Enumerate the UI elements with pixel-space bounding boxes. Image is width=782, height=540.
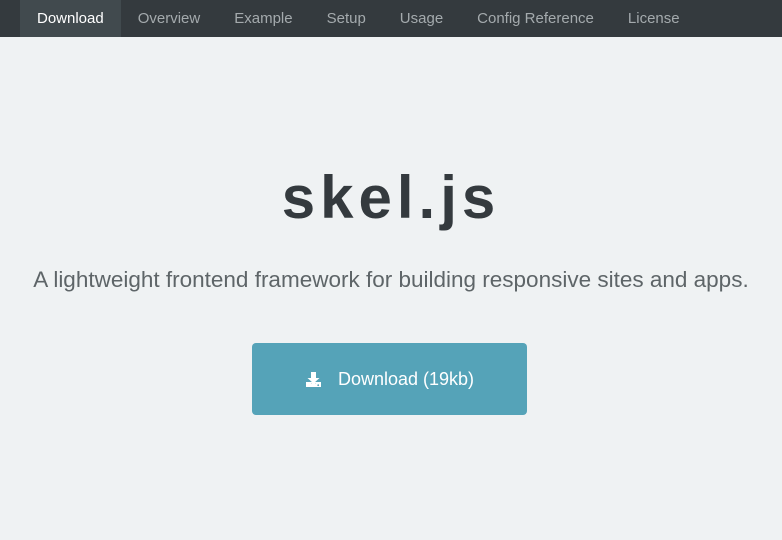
nav-item-license[interactable]: License xyxy=(611,0,697,37)
nav-item-download[interactable]: Download xyxy=(20,0,121,37)
nav-item-setup[interactable]: Setup xyxy=(310,0,383,37)
nav-item-config-reference[interactable]: Config Reference xyxy=(460,0,611,37)
download-button[interactable]: Download (19kb) xyxy=(252,343,527,415)
download-icon xyxy=(305,371,322,388)
nav-item-overview[interactable]: Overview xyxy=(121,0,218,37)
page-title: skel.js xyxy=(281,164,501,231)
page-subtitle: A lightweight frontend framework for bui… xyxy=(33,267,749,292)
nav-item-example[interactable]: Example xyxy=(217,0,309,37)
nav-item-usage[interactable]: Usage xyxy=(383,0,460,37)
download-button-label: Download (19kb) xyxy=(337,368,475,389)
top-nav: Download Overview Example Setup Usage Co… xyxy=(0,0,782,37)
